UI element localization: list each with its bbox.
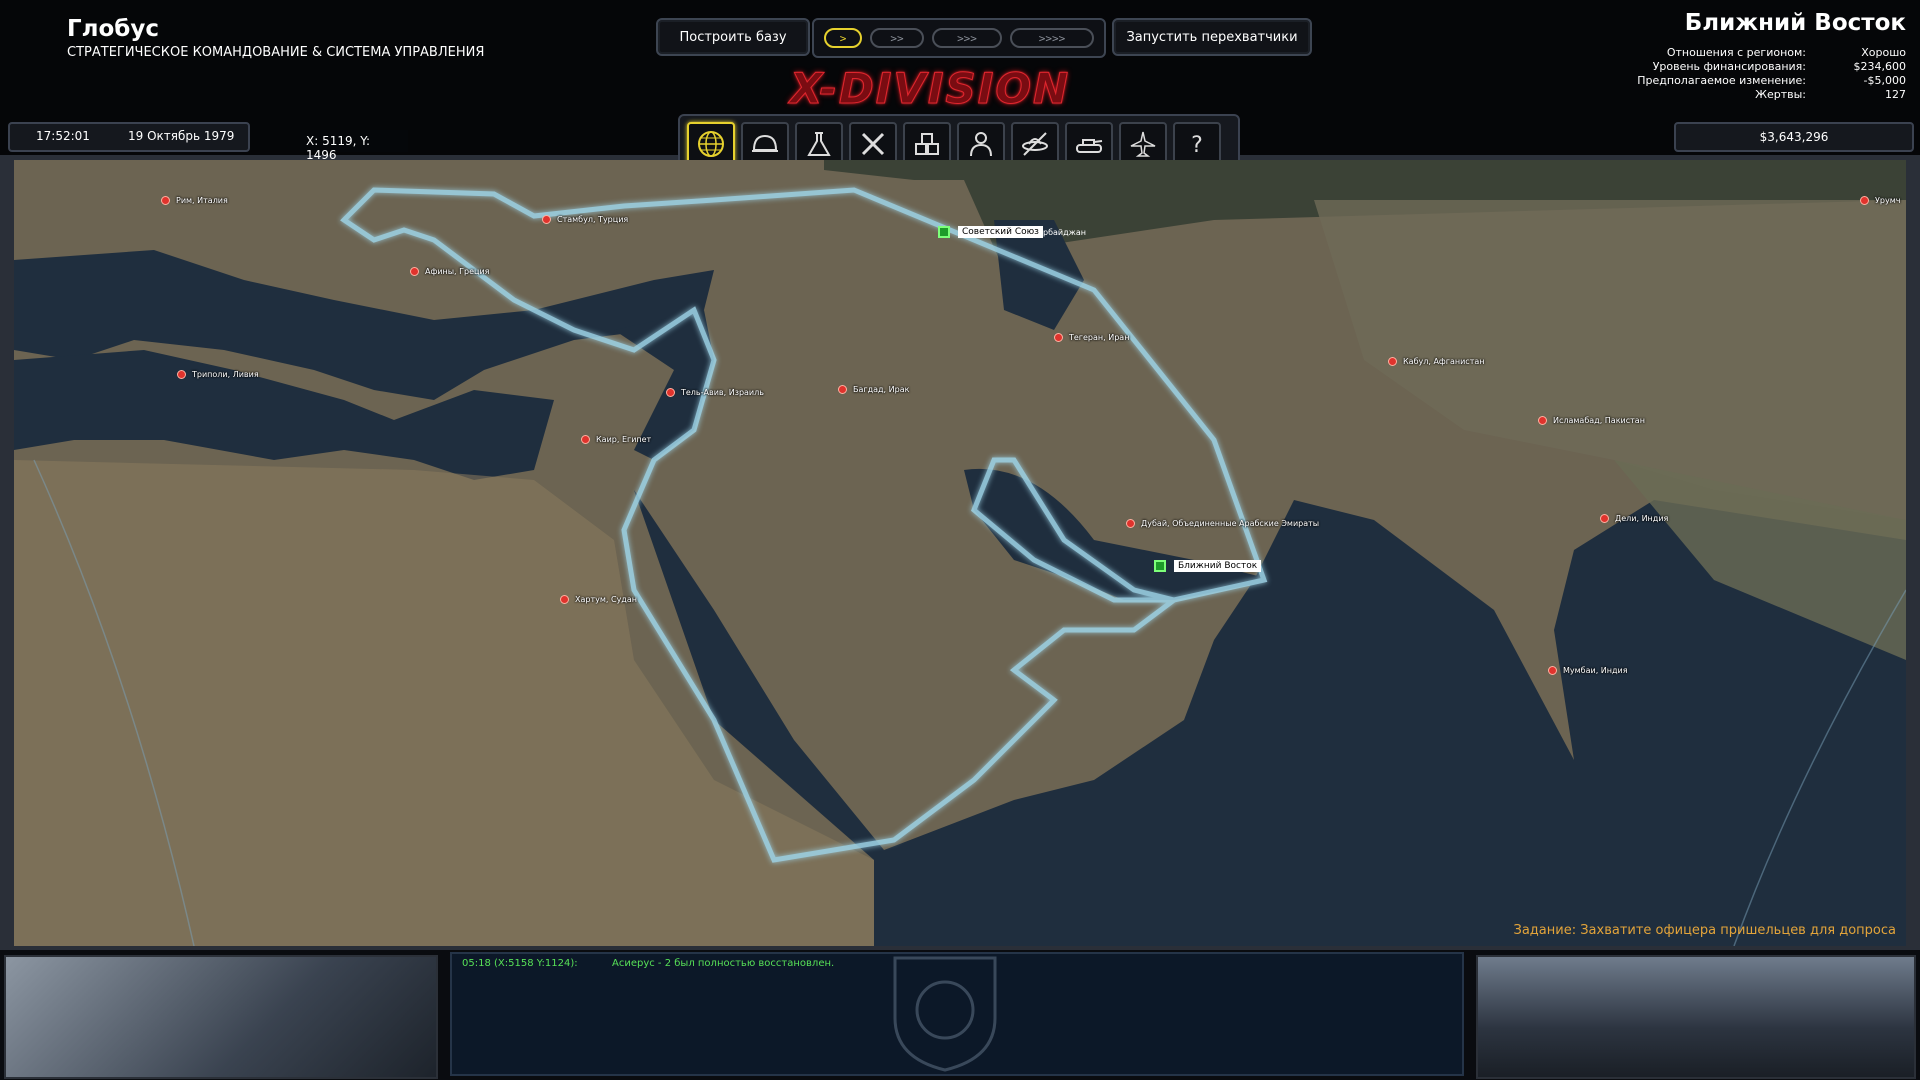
city-dot [1548, 666, 1557, 675]
city-marker[interactable]: Исламабад, Пакистан [1538, 416, 1645, 425]
stat-label: Жертвы: [1755, 88, 1806, 101]
city-marker[interactable]: Тель-Авив, Израиль [666, 388, 764, 397]
region-name: Ближний Восток [1684, 10, 1906, 36]
log-timestamp: 05:18 (X:5158 Y:1124): [462, 958, 578, 969]
city-dot [581, 435, 590, 444]
base-marker[interactable]: Ближний Восток [1154, 560, 1262, 572]
world-map[interactable]: Рим, Италия Стамбул, Турция Афины, Греци… [14, 160, 1906, 946]
city-label: Хартум, Судан [575, 595, 637, 604]
speed-2-button[interactable]: >> [870, 28, 924, 48]
city-marker[interactable]: Рим, Италия [161, 196, 228, 205]
map-terrain [14, 160, 1906, 946]
city-marker[interactable]: Тегеран, Иран [1054, 333, 1129, 342]
speed-3-button[interactable]: >>> [932, 28, 1002, 48]
page-subtitle: СТРАТЕГИЧЕСКОЕ КОМАНДОВАНИЕ & СИСТЕМА УП… [67, 45, 485, 60]
mission-objective: Задание: Захватите офицера пришельцев дл… [1513, 923, 1897, 938]
city-label: Триполи, Ливия [192, 370, 259, 379]
city-dot [1600, 514, 1609, 523]
xdivision-emblem-icon [893, 956, 997, 1072]
launch-interceptors-button[interactable]: Запустить перехватчики [1112, 18, 1312, 56]
city-label: рбайджан [1042, 227, 1086, 237]
city-label: Тель-Авив, Израиль [681, 388, 764, 397]
city-marker[interactable]: Мумбаи, Индия [1548, 666, 1628, 675]
city-marker[interactable]: Кабул, Афганистан [1388, 357, 1485, 366]
city-label: Стамбул, Турция [557, 215, 629, 224]
hangar-preview-image[interactable] [4, 955, 438, 1079]
city-label: Афины, Греция [425, 267, 490, 276]
build-base-button[interactable]: Построить базу [656, 18, 810, 56]
stat-label: Уровень финансирования: [1652, 60, 1806, 73]
city-dot [1388, 357, 1397, 366]
city-label: Рим, Италия [176, 196, 228, 205]
clock-bar: 17:52:01 19 Октябрь 1979 [8, 122, 250, 152]
city-marker[interactable]: Стамбул, Турция [542, 215, 628, 224]
city-marker[interactable]: Дели, Индия [1600, 514, 1668, 523]
base-preview-image[interactable] [1476, 955, 1916, 1079]
city-label: Урумч [1875, 196, 1901, 205]
city-marker[interactable]: Багдад, Ирак [838, 385, 909, 394]
city-dot [666, 388, 675, 397]
city-label: Каир, Египет [596, 435, 652, 444]
city-dot [177, 370, 186, 379]
city-dot [1860, 196, 1869, 205]
city-label: Исламабад, Пакистан [1553, 416, 1645, 425]
city-marker[interactable]: Дубай, Объединенные Арабские Эмираты [1126, 519, 1319, 528]
base-label: Ближний Восток [1174, 560, 1262, 572]
city-marker[interactable]: Триполи, Ливия [177, 370, 259, 379]
city-label: Мумбаи, Индия [1563, 666, 1628, 675]
city-dot [1538, 416, 1547, 425]
game-logo: X-DIVISION [789, 64, 1071, 114]
game-time: 17:52:01 [36, 129, 90, 143]
city-label: Дели, Индия [1615, 514, 1669, 523]
city-marker[interactable]: Хартум, Судан [560, 595, 637, 604]
base-icon [938, 226, 950, 238]
city-label: Багдад, Ирак [853, 385, 910, 394]
city-dot [542, 215, 551, 224]
city-label: Тегеран, Иран [1069, 333, 1130, 342]
city-label: Кабул, Афганистан [1403, 357, 1485, 366]
stat-value: 127 [1885, 88, 1906, 101]
base-icon [1154, 560, 1166, 572]
city-dot [410, 267, 419, 276]
speed-controls: > >> >>> >>>> [812, 18, 1106, 58]
speed-4-button[interactable]: >>>> [1010, 28, 1094, 48]
stat-label: Предполагаемое изменение: [1637, 74, 1806, 87]
stat-value: -$5,000 [1863, 74, 1906, 87]
city-marker[interactable]: Афины, Греция [410, 267, 489, 276]
cursor-coords: X: 5119, Y: 1496 [300, 130, 408, 162]
page-title: Глобус [67, 16, 159, 42]
base-marker[interactable]: Советский Союз рбайджан [938, 226, 1086, 238]
stat-label: Отношения с регионом: [1666, 46, 1806, 59]
funds-display: $3,643,296 [1674, 122, 1914, 152]
base-label: Советский Союз [958, 226, 1043, 238]
city-dot [838, 385, 847, 394]
stat-value: Хорошо [1861, 46, 1906, 59]
stat-value: $234,600 [1853, 60, 1907, 73]
city-dot [560, 595, 569, 604]
game-date: 19 Октябрь 1979 [128, 129, 235, 143]
log-message: Асиерус - 2 был полностью восстановлен. [612, 958, 835, 969]
city-dot [161, 196, 170, 205]
svg-text:?: ? [1191, 133, 1203, 158]
city-marker[interactable]: Каир, Египет [581, 435, 651, 444]
city-label: Дубай, Объединенные Арабские Эмираты [1141, 519, 1320, 528]
speed-1-button[interactable]: > [824, 28, 862, 48]
city-marker[interactable]: Урумч [1860, 196, 1900, 205]
region-stats: Отношения с регионом: Хорошо Уровень фина… [1637, 46, 1906, 102]
city-dot [1126, 519, 1135, 528]
city-dot [1054, 333, 1063, 342]
